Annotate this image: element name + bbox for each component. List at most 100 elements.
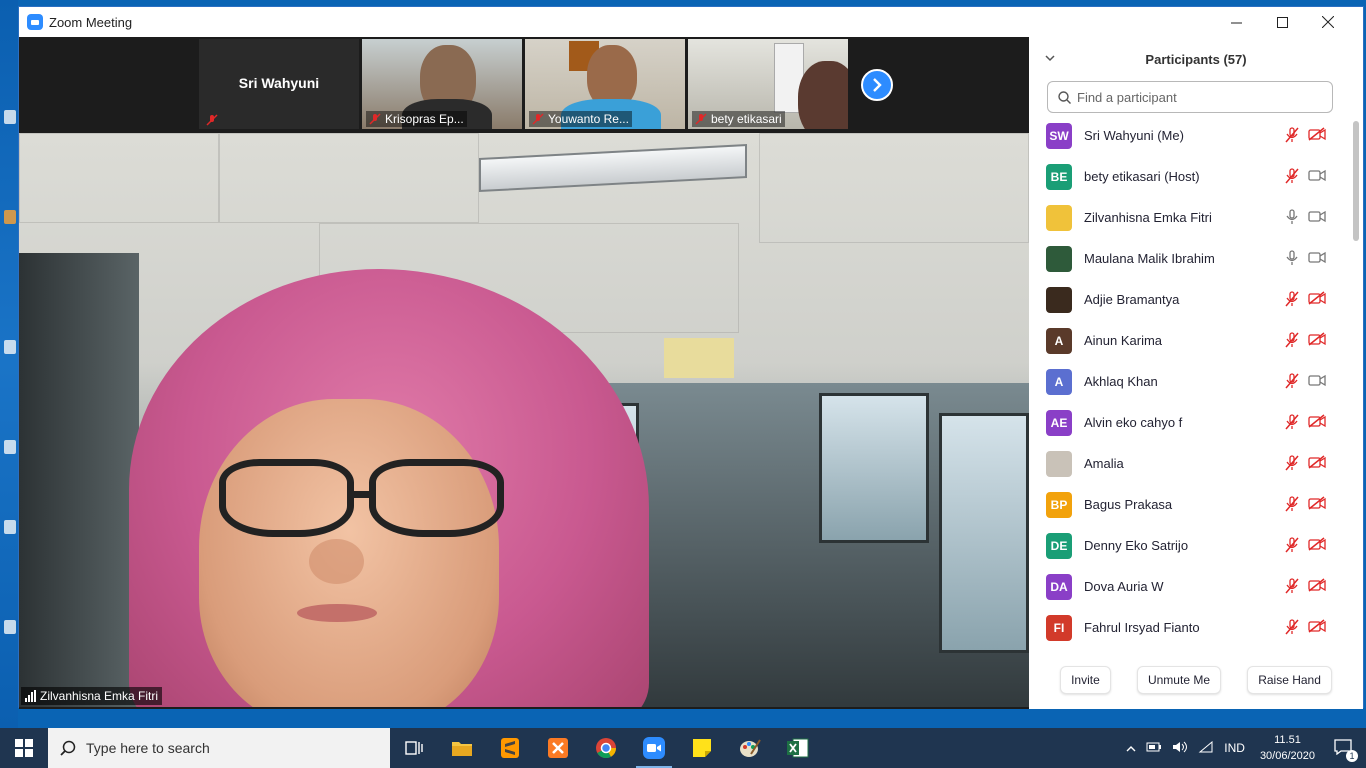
thumbnail-label: Youwanto Re... (529, 111, 632, 127)
maximize-button[interactable] (1259, 7, 1305, 37)
video-off-icon (1308, 537, 1326, 551)
video-off-icon (1308, 619, 1326, 633)
participant-row[interactable]: BP Bagus Prakasa (1029, 484, 1345, 525)
minimize-button[interactable] (1213, 7, 1259, 37)
show-hidden-icons-button[interactable] (1126, 741, 1136, 755)
network-icon[interactable] (1198, 740, 1214, 756)
participant-name: Zilvanhisna Emka Fitri (1084, 210, 1212, 225)
mic-muted-indicator (1285, 168, 1299, 189)
participant-name: bety etikasari (Host) (1084, 169, 1200, 184)
clock-time: 11.51 (1274, 734, 1301, 746)
speaker-name-label: Zilvanhisna Emka Fitri (21, 687, 163, 705)
thumbnail-video[interactable]: Youwanto Re... (525, 39, 685, 129)
mic-muted-indicator (1285, 127, 1299, 148)
mic-muted-indicator (1285, 455, 1299, 476)
taskbar-app-xampp[interactable] (534, 728, 582, 768)
participant-name: Fahrul Irsyad Fianto (1084, 620, 1200, 635)
input-language-indicator[interactable]: IND (1224, 741, 1245, 755)
video-on-indicator (1308, 168, 1326, 187)
participant-row[interactable]: DA Dova Auria W (1029, 566, 1345, 607)
participant-row[interactable]: A Akhlaq Khan (1029, 361, 1345, 402)
maximize-icon (1276, 16, 1288, 28)
video-off-indicator (1308, 578, 1326, 597)
participant-name: Alvin eko cahyo f (1084, 415, 1183, 430)
thumbnail-label (203, 113, 221, 127)
taskbar-app-paint[interactable] (726, 728, 774, 768)
video-icon (1308, 210, 1326, 223)
taskbar-search-box[interactable]: Type here to search (48, 728, 390, 768)
start-button[interactable] (0, 728, 48, 768)
video-on-indicator (1308, 373, 1326, 392)
participant-row[interactable]: SW Sri Wahyuni (Me) (1029, 115, 1345, 156)
thumbnail-participant-name: bety etikasari (711, 112, 782, 126)
clock-date: 30/06/2020 (1259, 750, 1315, 762)
mic-muted-indicator (1285, 578, 1299, 599)
participant-name: Maulana Malik Ibrahim (1084, 251, 1215, 266)
participant-row[interactable]: FI Fahrul Irsyad Fianto (1029, 607, 1345, 648)
close-button[interactable] (1305, 7, 1351, 37)
participant-search[interactable] (1047, 81, 1333, 113)
participant-row[interactable]: A Ainun Karima (1029, 320, 1345, 361)
thumbnail-video[interactable]: Krisopras Ep... (362, 39, 522, 129)
zoom-icon (643, 737, 665, 759)
unmute-me-button[interactable]: Unmute Me (1136, 666, 1221, 694)
xampp-icon (548, 738, 568, 758)
participant-row[interactable]: Amalia (1029, 443, 1345, 484)
thumbnail-participant-name: Krisopras Ep... (385, 112, 464, 126)
participant-avatar: BE (1046, 163, 1072, 190)
video-off-indicator (1308, 455, 1326, 474)
participant-avatar: AE (1046, 409, 1072, 436)
video-icon (1308, 374, 1326, 387)
participant-name: Ainun Karima (1084, 333, 1163, 348)
participant-row[interactable]: Zilvanhisna Emka Fitri (1029, 197, 1345, 238)
thumbnail-video[interactable]: Sri Wahyuni (199, 39, 359, 129)
participant-row[interactable]: AE Alvin eko cahyo f (1029, 402, 1345, 443)
active-speaker-video[interactable]: Zilvanhisna Emka Fitri (19, 133, 1029, 707)
paint-icon (740, 739, 761, 757)
mic-muted-icon (1285, 578, 1299, 594)
participant-avatar: A (1046, 327, 1072, 354)
next-page-button[interactable] (861, 69, 893, 101)
participant-row[interactable]: Adjie Bramantya (1029, 279, 1345, 320)
collapse-panel-button[interactable] (1045, 51, 1055, 65)
taskbar-app-file-explorer[interactable] (438, 728, 486, 768)
participant-avatar: DA (1046, 573, 1072, 600)
thumbnail-label: Krisopras Ep... (366, 111, 467, 127)
participant-list: SW Sri Wahyuni (Me) BE bety etikasari (Host… (1029, 115, 1345, 648)
participant-avatar (1046, 286, 1072, 313)
action-center-button[interactable]: 1 (1334, 738, 1358, 762)
participant-name: Adjie Bramantya (1084, 292, 1180, 307)
participant-list-scrollbar[interactable] (1353, 121, 1359, 241)
battery-icon[interactable] (1146, 741, 1162, 756)
taskbar-app-chrome[interactable] (582, 728, 630, 768)
mic-icon (1286, 209, 1298, 224)
sublime-text-icon (501, 738, 519, 758)
volume-icon[interactable] (1172, 741, 1188, 756)
raise-hand-button[interactable]: Raise Hand (1247, 666, 1332, 694)
participant-avatar (1046, 245, 1072, 272)
invite-button[interactable]: Invite (1060, 666, 1111, 694)
thumbnail-video[interactable]: bety etikasari (688, 39, 848, 129)
taskbar-app-zoom[interactable] (630, 728, 678, 768)
participant-name: Dova Auria W (1084, 579, 1164, 594)
participant-row[interactable]: Maulana Malik Ibrahim (1029, 238, 1345, 279)
participant-name: Akhlaq Khan (1084, 374, 1158, 389)
mic-on-indicator (1285, 209, 1299, 230)
video-off-icon (1308, 291, 1326, 305)
taskbar-app-excel[interactable] (774, 728, 822, 768)
sticky-notes-icon (693, 739, 711, 757)
participant-row[interactable]: DE Denny Eko Satrijo (1029, 525, 1345, 566)
participant-search-input[interactable] (1077, 89, 1317, 105)
thumbnail-label: bety etikasari (692, 111, 785, 127)
mic-muted-icon (1285, 168, 1299, 184)
mic-muted-indicator (1285, 332, 1299, 353)
participant-row[interactable]: BE bety etikasari (Host) (1029, 156, 1345, 197)
mic-muted-icon (532, 113, 544, 125)
speaker-name: Zilvanhisna Emka Fitri (40, 689, 159, 703)
taskbar-clock[interactable]: 11.51 30/06/2020 (1260, 732, 1315, 764)
taskbar-app-sublime-text[interactable] (486, 728, 534, 768)
task-view-button[interactable] (390, 728, 438, 768)
taskbar-app-sticky-notes[interactable] (678, 728, 726, 768)
zoom-meeting-window: Zoom Meeting Sri Wahyuni Krisopras Ep...… (18, 6, 1364, 709)
mic-muted-icon (1285, 455, 1299, 471)
